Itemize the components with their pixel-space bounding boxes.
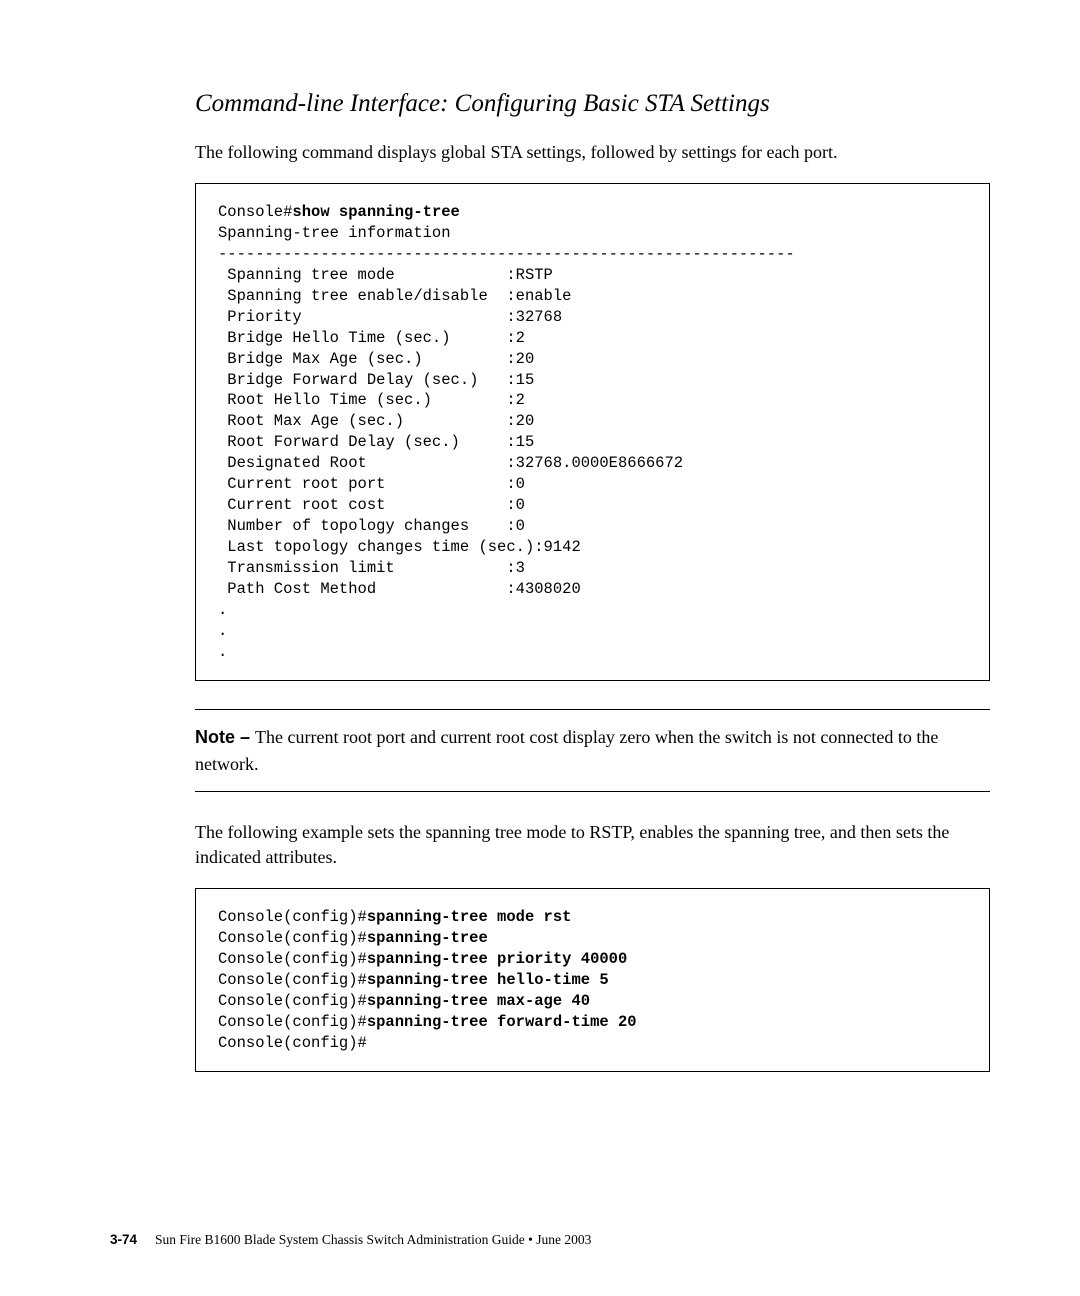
intro-paragraph: The following command displays global ST… xyxy=(195,140,990,165)
output-row: Root Hello Time (sec.) :2 xyxy=(218,391,525,409)
code-block-config: Console(config)#spanning-tree mode rst C… xyxy=(195,888,990,1072)
console-prompt: Console(config)# xyxy=(218,908,367,926)
output-row: Path Cost Method :4308020 xyxy=(218,580,581,598)
page-number: 3-74 xyxy=(110,1232,137,1247)
output-row: Spanning tree enable/disable :enable xyxy=(218,287,571,305)
console-prompt: Console(config)# xyxy=(218,1013,367,1031)
output-row: Current root port :0 xyxy=(218,475,525,493)
console-prompt: Console(config)# xyxy=(218,1034,367,1052)
output-row: Number of topology changes :0 xyxy=(218,517,525,535)
console-prompt: Console(config)# xyxy=(218,992,367,1010)
output-row: Bridge Max Age (sec.) :20 xyxy=(218,350,534,368)
console-command: spanning-tree mode rst xyxy=(367,908,572,926)
output-row: Bridge Forward Delay (sec.) :15 xyxy=(218,371,534,389)
code-block-show-spanning-tree: Console#show spanning-tree Spanning-tree… xyxy=(195,183,990,681)
ellipsis: . . . xyxy=(218,601,227,661)
console-prompt: Console(config)# xyxy=(218,929,367,947)
console-command: show spanning-tree xyxy=(292,203,459,221)
console-prompt: Console# xyxy=(218,203,292,221)
output-row: Transmission limit :3 xyxy=(218,559,525,577)
note-block: Note – The current root port and current… xyxy=(195,709,990,791)
output-row: Priority :32768 xyxy=(218,308,562,326)
info-header: Spanning-tree information xyxy=(218,224,451,242)
output-row: Designated Root :32768.0000E8666672 xyxy=(218,454,683,472)
console-command: spanning-tree max-age 40 xyxy=(367,992,590,1010)
output-row: Root Forward Delay (sec.) :15 xyxy=(218,433,534,451)
console-command: spanning-tree priority 40000 xyxy=(367,950,627,968)
divider: ----------------------------------------… xyxy=(218,245,795,263)
output-row: Root Max Age (sec.) :20 xyxy=(218,412,534,430)
mid-paragraph: The following example sets the spanning … xyxy=(195,820,990,870)
footer-title: Sun Fire B1600 Blade System Chassis Swit… xyxy=(155,1232,591,1247)
output-row: Bridge Hello Time (sec.) :2 xyxy=(218,329,525,347)
console-command: spanning-tree hello-time 5 xyxy=(367,971,609,989)
output-row: Current root cost :0 xyxy=(218,496,525,514)
console-command: spanning-tree forward-time 20 xyxy=(367,1013,637,1031)
section-title: Command-line Interface: Configuring Basi… xyxy=(195,90,990,118)
note-text: The current root port and current root c… xyxy=(195,727,938,773)
console-command: spanning-tree xyxy=(367,929,488,947)
output-row: Spanning tree mode :RSTP xyxy=(218,266,553,284)
output-row: Last topology changes time (sec.):9142 xyxy=(218,538,581,556)
note-label: Note – xyxy=(195,727,255,747)
console-prompt: Console(config)# xyxy=(218,971,367,989)
console-prompt: Console(config)# xyxy=(218,950,367,968)
page-footer: 3-74 Sun Fire B1600 Blade System Chassis … xyxy=(110,1232,591,1248)
